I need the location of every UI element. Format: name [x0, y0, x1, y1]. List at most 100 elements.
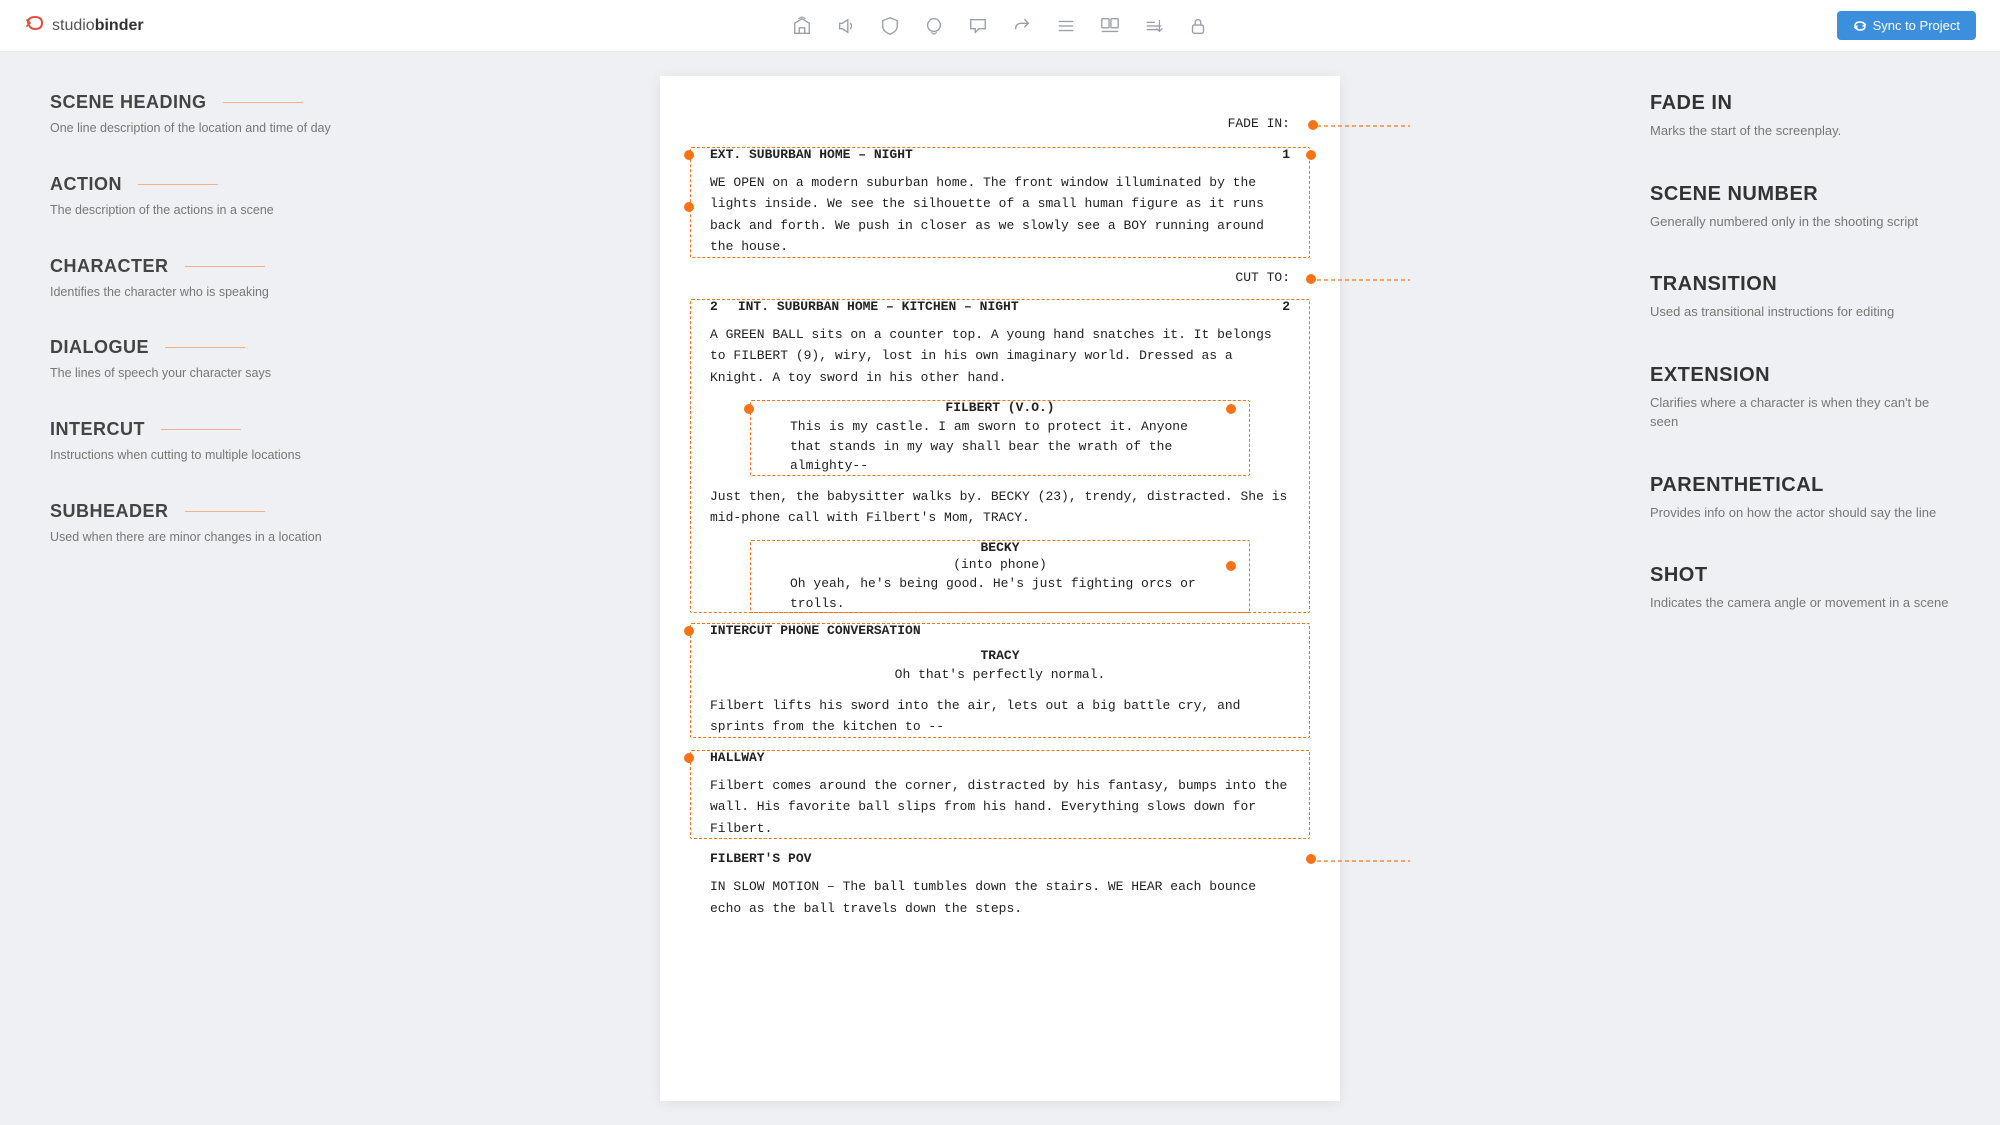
- right-desc-extension: Clarifies where a character is when they…: [1650, 393, 1950, 432]
- intercut-block: INTERCUT PHONE CONVERSATION TRACY Oh tha…: [710, 623, 1290, 737]
- right-title-shot: SHOT: [1650, 564, 1950, 587]
- transition-text: CUT TO:: [1235, 270, 1290, 285]
- topnav: studiobinder: [0, 0, 2000, 52]
- dot-fade-in: [1308, 120, 1318, 130]
- right-title-extension: EXTENSION: [1650, 364, 1950, 387]
- intercut-text: INTERCUT PHONE CONVERSATION: [710, 623, 1290, 638]
- main-layout: SCENE HEADING One line description of th…: [0, 52, 2000, 1125]
- dot-char1: [744, 404, 754, 414]
- sidebar-title-intercut: INTERCUT: [50, 419, 350, 440]
- dot-shot: [1306, 854, 1316, 864]
- scene1-action: WE OPEN on a modern suburban home. The f…: [710, 172, 1290, 258]
- line-transition: [1310, 279, 1420, 281]
- fade-in-line: FADE IN:: [710, 116, 1290, 131]
- scene1-heading: EXT. SUBURBAN HOME – NIGHT: [710, 147, 913, 162]
- scene2-number-right: 2: [1282, 299, 1290, 314]
- sidebar-desc-intercut: Instructions when cutting to multiple lo…: [50, 446, 350, 465]
- char2-name: BECKY: [710, 540, 1290, 555]
- sidebar-desc-dialogue: The lines of speech your character says: [50, 364, 350, 383]
- bubble-icon[interactable]: [924, 16, 944, 36]
- dot-char1-right: [1226, 404, 1236, 414]
- shot-text: FILBERT'S POV: [710, 851, 1290, 866]
- redo-icon[interactable]: [1012, 16, 1032, 36]
- scene2-heading-line: 2 INT. SUBURBAN HOME – KITCHEN – NIGHT 2: [710, 299, 1290, 314]
- right-title-parenthetical: PARENTHETICAL: [1650, 474, 1950, 497]
- logo-icon: [24, 12, 46, 40]
- logo: studiobinder: [24, 12, 144, 40]
- sidebar-desc-scene-heading: One line description of the location and…: [50, 119, 350, 138]
- subheader-block: HALLWAY Filbert comes around the corner,…: [710, 750, 1290, 839]
- sidebar-title-character: CHARACTER: [50, 256, 350, 277]
- right-desc-shot: Indicates the camera angle or movement i…: [1650, 593, 1950, 613]
- sidebar-item-scene-heading: SCENE HEADING One line description of th…: [50, 92, 350, 138]
- sidebar-title-dialogue: DIALOGUE: [50, 337, 350, 358]
- right-sidebar: FADE IN Marks the start of the screenpla…: [1620, 52, 2000, 1125]
- sidebar-item-intercut: INTERCUT Instructions when cutting to mu…: [50, 419, 350, 465]
- scene1-number: 1: [1282, 147, 1290, 162]
- scene2-block: 2 INT. SUBURBAN HOME – KITCHEN – NIGHT 2 …: [710, 299, 1290, 614]
- subheader-text: HALLWAY: [710, 750, 1290, 765]
- sidebar-desc-action: The description of the actions in a scen…: [50, 201, 350, 220]
- scene1-heading-line: EXT. SUBURBAN HOME – NIGHT 1: [710, 147, 1290, 162]
- logo-text: studiobinder: [52, 17, 144, 35]
- megaphone-icon[interactable]: [836, 16, 856, 36]
- scene2-action: A GREEN BALL sits on a counter top. A yo…: [710, 324, 1290, 388]
- right-desc-fade-in: Marks the start of the screenplay.: [1650, 121, 1950, 141]
- comment-icon[interactable]: [968, 16, 988, 36]
- scene2-number-left: 2: [710, 299, 718, 314]
- script-paper: FADE IN: EXT. SUBURBAN HOME – NIGHT 1: [660, 76, 1340, 1101]
- scene1-block: EXT. SUBURBAN HOME – NIGHT 1 WE OPEN on …: [710, 147, 1290, 258]
- sidebar-item-dialogue: DIALOGUE The lines of speech your charac…: [50, 337, 350, 383]
- dot-scene1-number: [1306, 150, 1316, 160]
- lock-icon[interactable]: [1188, 16, 1208, 36]
- dot-transition: [1306, 274, 1316, 284]
- sidebar-item-character: CHARACTER Identifies the character who i…: [50, 256, 350, 302]
- char1-block: FILBERT (V.O.) This is my castle. I am s…: [710, 400, 1290, 476]
- action2: Just then, the babysitter walks by. BECK…: [710, 486, 1290, 529]
- sidebar-item-action: ACTION The description of the actions in…: [50, 174, 350, 220]
- dot-scene1-heading: [684, 150, 694, 160]
- sidebar-desc-character: Identifies the character who is speaking: [50, 283, 350, 302]
- scene-icon[interactable]: [792, 16, 812, 36]
- shield-icon[interactable]: [880, 16, 900, 36]
- dot-intercut: [684, 626, 694, 636]
- list-icon[interactable]: [1056, 16, 1076, 36]
- right-title-scene-number: SCENE NUMBER: [1650, 183, 1950, 206]
- right-desc-transition: Used as transitional instructions for ed…: [1650, 302, 1950, 322]
- sidebar-title-subheader: SUBHEADER: [50, 501, 350, 522]
- right-item-scene-number: SCENE NUMBER Generally numbered only in …: [1650, 183, 1950, 232]
- dialogue1: This is my castle. I am sworn to protect…: [710, 417, 1290, 476]
- char3-name: TRACY: [710, 648, 1290, 663]
- sidebar-title-action: ACTION: [50, 174, 350, 195]
- action4: Filbert comes around the corner, distrac…: [710, 775, 1290, 839]
- right-item-extension: EXTENSION Clarifies where a character is…: [1650, 364, 1950, 432]
- right-item-shot: SHOT Indicates the camera angle or movem…: [1650, 564, 1950, 613]
- sidebar-item-subheader: SUBHEADER Used when there are minor chan…: [50, 501, 350, 547]
- dot-subheader: [684, 753, 694, 763]
- char1-name: FILBERT (V.O.): [710, 400, 1290, 415]
- nav-icons: [792, 16, 1208, 36]
- line-fade-in: [1310, 125, 1420, 127]
- action3: Filbert lifts his sword into the air, le…: [710, 695, 1290, 738]
- dialogue3: Oh that's perfectly normal.: [710, 665, 1290, 685]
- right-desc-scene-number: Generally numbered only in the shooting …: [1650, 212, 1950, 232]
- left-sidebar: SCENE HEADING One line description of th…: [0, 52, 380, 1125]
- action5: IN SLOW MOTION – The ball tumbles down t…: [710, 876, 1290, 919]
- center-area: FADE IN: EXT. SUBURBAN HOME – NIGHT 1: [380, 52, 1620, 1125]
- paren1: (into phone): [710, 557, 1290, 572]
- sidebar-desc-subheader: Used when there are minor changes in a l…: [50, 528, 350, 547]
- right-item-fade-in: FADE IN Marks the start of the screenpla…: [1650, 92, 1950, 141]
- right-title-fade-in: FADE IN: [1650, 92, 1950, 115]
- sidebar-title-scene-heading: SCENE HEADING: [50, 92, 350, 113]
- dot-scene1-action: [684, 202, 694, 212]
- card-icon[interactable]: [1100, 16, 1120, 36]
- right-title-transition: TRANSITION: [1650, 273, 1950, 296]
- scene2-heading: INT. SUBURBAN HOME – KITCHEN – NIGHT: [738, 299, 1019, 314]
- sync-button[interactable]: Sync to Project: [1837, 11, 1976, 40]
- right-desc-parenthetical: Provides info on how the actor should sa…: [1650, 503, 1950, 523]
- right-item-transition: TRANSITION Used as transitional instruct…: [1650, 273, 1950, 322]
- fade-in-text: FADE IN:: [1228, 116, 1290, 131]
- transition-line: CUT TO:: [710, 270, 1290, 285]
- sort-icon[interactable]: [1144, 16, 1164, 36]
- right-item-parenthetical: PARENTHETICAL Provides info on how the a…: [1650, 474, 1950, 523]
